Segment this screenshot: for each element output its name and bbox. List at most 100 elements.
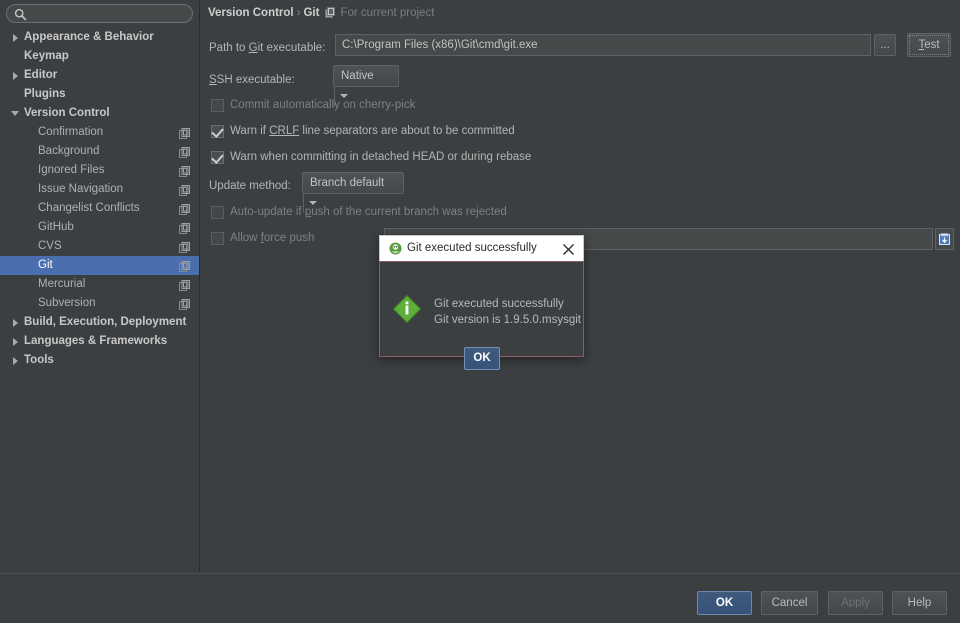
module-scope-icon: [179, 165, 190, 176]
checkbox-box[interactable]: [211, 99, 224, 112]
close-icon[interactable]: [559, 240, 577, 258]
update-method-dropdown[interactable]: Branch default: [302, 172, 404, 194]
chevron-down-icon[interactable]: [10, 104, 20, 123]
forcepush-label-pre: Allow: [230, 232, 261, 244]
crlf-label-post: line separators are about to be committe…: [299, 125, 514, 137]
dialog-title-bar[interactable]: Git executed successfully: [379, 235, 584, 261]
search-box[interactable]: [6, 4, 193, 23]
test-button-rest: est: [924, 39, 939, 51]
dialog-title: Git executed successfully: [407, 236, 537, 261]
git-app-icon: [389, 242, 402, 255]
sidebar-item-label: Ignored Files: [38, 161, 104, 180]
checkbox-box[interactable]: [211, 125, 224, 138]
sidebar-item-plugins[interactable]: Plugins: [0, 85, 199, 104]
sidebar-item-label: Issue Navigation: [38, 180, 123, 199]
cancel-button[interactable]: Cancel: [761, 591, 818, 615]
settings-window: Appearance & BehaviorKeymapEditorPlugins…: [0, 0, 960, 623]
sidebar-item-build-execution-deployment[interactable]: Build, Execution, Deployment: [0, 313, 199, 332]
dialog-button-bar: OK Cancel Apply Help: [0, 573, 960, 623]
sidebar-item-label: GitHub: [38, 218, 74, 237]
sidebar-item-changelist-conflicts[interactable]: Changelist Conflicts: [0, 199, 199, 218]
sidebar-item-label: Plugins: [24, 85, 66, 104]
sidebar-item-subversion[interactable]: Subversion: [0, 294, 199, 313]
module-scope-icon: [179, 184, 190, 195]
module-scope-icon: [179, 127, 190, 138]
git-path-label: Path to Git executable:: [209, 38, 325, 56]
chevron-right-icon[interactable]: [10, 332, 20, 351]
checkbox-box[interactable]: [211, 151, 224, 164]
chevron-right-icon[interactable]: [10, 28, 20, 47]
apply-button[interactable]: Apply: [828, 591, 883, 615]
sidebar-item-appearance-behavior[interactable]: Appearance & Behavior: [0, 28, 199, 47]
breadcrumb: Version Control›Git For current project: [208, 4, 434, 22]
checkbox-label: Auto-update if push of the current branc…: [230, 204, 507, 221]
sidebar-item-background[interactable]: Background: [0, 142, 199, 161]
sidebar-item-cvs[interactable]: CVS: [0, 237, 199, 256]
sidebar-item-label: Changelist Conflicts: [38, 199, 140, 218]
crlf-label-mnemonic: CRLF: [269, 125, 299, 137]
checkbox-box[interactable]: [211, 206, 224, 219]
search-input[interactable]: [31, 5, 193, 24]
ssh-executable-value: Native: [334, 66, 381, 86]
module-scope-icon: [179, 146, 190, 157]
forcepush-label-post: orce push: [264, 232, 315, 244]
project-module-icon: [325, 6, 336, 24]
ssh-label-mnemonic: S: [209, 74, 217, 86]
dialog-message: Git executed successfully Git version is…: [434, 296, 581, 328]
git-success-dialog: Git executed successfully Git executed s…: [379, 235, 584, 357]
ssh-executable-dropdown[interactable]: Native: [333, 65, 399, 87]
git-path-label-mnemonic: G: [249, 42, 258, 54]
sidebar-item-confirmation[interactable]: Confirmation: [0, 123, 199, 142]
update-method-value: Branch default: [303, 173, 391, 193]
sidebar-item-issue-navigation[interactable]: Issue Navigation: [0, 180, 199, 199]
sidebar-item-label: Subversion: [38, 294, 96, 313]
sidebar-item-editor[interactable]: Editor: [0, 66, 199, 85]
sidebar-item-label: Confirmation: [38, 123, 103, 142]
checkbox-label: Allow force push: [230, 230, 314, 247]
ok-button[interactable]: OK: [697, 591, 752, 615]
sidebar-item-languages-frameworks[interactable]: Languages & Frameworks: [0, 332, 199, 351]
settings-tree: Appearance & BehaviorKeymapEditorPlugins…: [0, 28, 199, 370]
chevron-right-icon[interactable]: [10, 351, 20, 370]
ssh-executable-label: SSH executable:: [209, 70, 295, 88]
sidebar-item-github[interactable]: GitHub: [0, 218, 199, 237]
breadcrumb-scope: For current project: [340, 7, 434, 19]
sidebar-item-git[interactable]: Git: [0, 256, 199, 275]
chevron-right-icon[interactable]: [10, 66, 20, 85]
update-method-label-text: Update method:: [209, 180, 291, 192]
dialog-message-line1: Git executed successfully: [434, 296, 581, 312]
checkbox-label: Warn when committing in detached HEAD or…: [230, 149, 531, 166]
git-path-browse-button[interactable]: ...: [874, 34, 896, 56]
search-icon: [14, 8, 27, 21]
checkbox-label: Commit automatically on cherry-pick: [230, 97, 415, 114]
sidebar-item-ignored-files[interactable]: Ignored Files: [0, 161, 199, 180]
git-path-test-button[interactable]: Test: [907, 33, 951, 57]
sidebar-item-tools[interactable]: Tools: [0, 351, 199, 370]
chevron-right-icon[interactable]: [10, 313, 20, 332]
sidebar-item-label: Editor: [24, 66, 57, 85]
checkbox-box[interactable]: [211, 232, 224, 245]
module-scope-icon: [179, 203, 190, 214]
sidebar-item-keymap[interactable]: Keymap: [0, 47, 199, 66]
crlf-label-pre: Warn if: [230, 125, 269, 137]
dialog-ok-button[interactable]: OK: [464, 347, 500, 370]
dialog-body: Git executed successfully Git version is…: [379, 261, 584, 357]
breadcrumb-separator: ›: [294, 7, 304, 19]
autoupdate-label-post: ush of the current branch was rejected: [311, 206, 507, 218]
ssh-label-rest: SH executable:: [217, 74, 295, 86]
breadcrumb-root[interactable]: Version Control: [208, 7, 294, 19]
sidebar-item-label: Keymap: [24, 47, 69, 66]
module-scope-icon: [179, 279, 190, 290]
help-button[interactable]: Help: [892, 591, 947, 615]
module-scope-icon: [179, 260, 190, 271]
module-scope-icon: [179, 222, 190, 233]
expand-field-icon[interactable]: [935, 228, 954, 250]
sidebar-item-label: Languages & Frameworks: [24, 332, 167, 351]
sidebar-item-version-control[interactable]: Version Control: [0, 104, 199, 123]
module-scope-icon: [179, 241, 190, 252]
sidebar-item-mercurial[interactable]: Mercurial: [0, 275, 199, 294]
module-scope-icon: [179, 298, 190, 309]
git-path-input[interactable]: C:\Program Files (x86)\Git\cmd\git.exe: [335, 34, 871, 56]
sidebar-item-label: Mercurial: [38, 275, 85, 294]
git-path-label-post: it executable:: [258, 42, 326, 54]
